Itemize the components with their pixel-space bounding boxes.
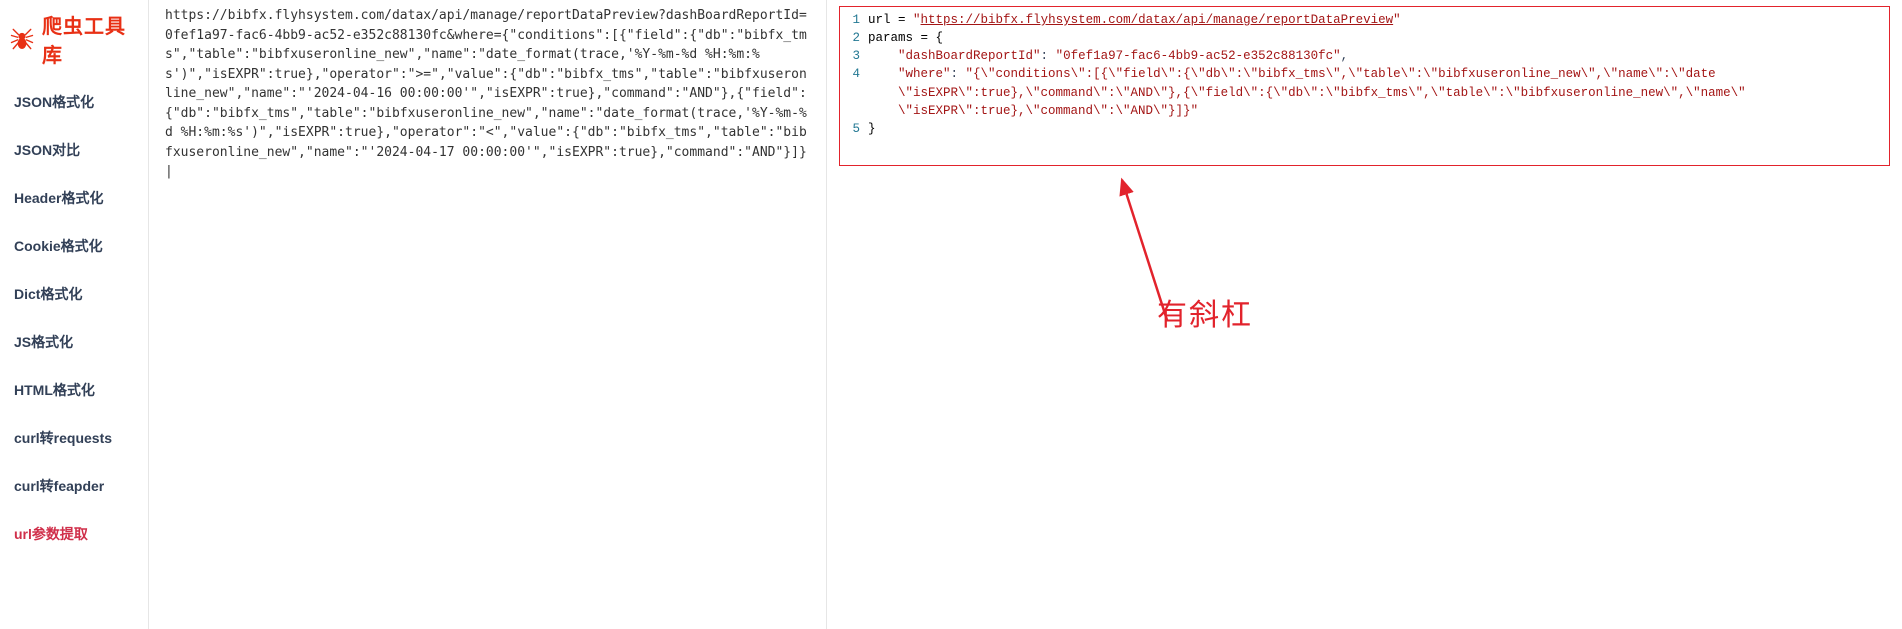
line-number: 2 <box>846 29 868 47</box>
nav-item-7[interactable]: curl转requests <box>0 414 148 462</box>
nav-item-3[interactable]: Cookie格式化 <box>0 222 148 270</box>
main: https://bibfx.flyhsystem.com/datax/api/m… <box>149 0 1902 629</box>
nav-item-8[interactable]: curl转feapder <box>0 462 148 510</box>
logo-text: 爬虫工具库 <box>42 10 140 68</box>
sidebar: 爬虫工具库 JSON格式化JSON对比Header格式化Cookie格式化Dic… <box>0 0 149 629</box>
nav-item-9[interactable]: url参数提取 <box>0 510 148 558</box>
line-number <box>846 102 868 120</box>
code-box[interactable]: 1 url = "https://bibfx.flyhsystem.com/da… <box>839 6 1890 166</box>
code-line-5: 5 } <box>846 120 1883 138</box>
code-line-2: 2 params = { <box>846 29 1883 47</box>
line-number <box>846 84 868 102</box>
line-number: 4 <box>846 65 868 83</box>
line-number: 5 <box>846 120 868 138</box>
nav-list: JSON格式化JSON对比Header格式化Cookie格式化Dict格式化JS… <box>0 78 148 558</box>
nav-item-0[interactable]: JSON格式化 <box>0 78 148 126</box>
code-line-3: 3 "dashBoardReportId": "0fef1a97-fac6-4b… <box>846 47 1883 65</box>
annotation-text: 有斜杠 <box>1157 290 1253 334</box>
output-code-pane: 1 url = "https://bibfx.flyhsystem.com/da… <box>827 0 1902 629</box>
code-line-4: 4 "where": "{\"conditions\":[{\"field\":… <box>846 65 1883 83</box>
nav-item-4[interactable]: Dict格式化 <box>0 270 148 318</box>
line-number: 3 <box>846 47 868 65</box>
code-line-4-wrap-1: \"isEXPR\":true},\"command\":\"AND\"},{\… <box>846 84 1883 102</box>
code-line-1: 1 url = "https://bibfx.flyhsystem.com/da… <box>846 11 1883 29</box>
line-number: 1 <box>846 11 868 29</box>
nav-item-6[interactable]: HTML格式化 <box>0 366 148 414</box>
nav-item-1[interactable]: JSON对比 <box>0 126 148 174</box>
code-line-4-wrap-2: \"isEXPR\":true},\"command\":\"AND\"}]}" <box>846 102 1883 120</box>
spider-icon <box>8 25 36 53</box>
nav-item-5[interactable]: JS格式化 <box>0 318 148 366</box>
nav-item-2[interactable]: Header格式化 <box>0 174 148 222</box>
logo: 爬虫工具库 <box>0 4 148 78</box>
input-url-pane[interactable]: https://bibfx.flyhsystem.com/datax/api/m… <box>149 0 827 629</box>
